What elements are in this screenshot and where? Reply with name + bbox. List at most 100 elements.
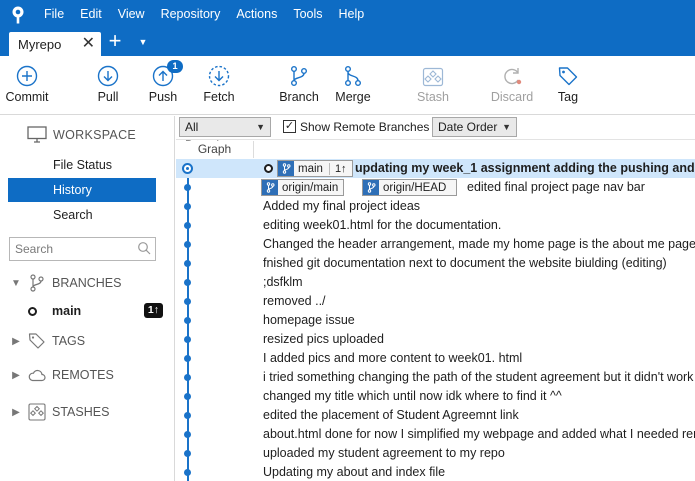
branch-icon — [289, 56, 309, 90]
tab-close-icon[interactable]: ✕ — [82, 34, 95, 54]
commit-row[interactable]: resized pics uploaded — [176, 330, 695, 349]
commit-message: I added pics and more content to week01.… — [263, 351, 523, 365]
commit-row[interactable]: fnished git documentation next to docume… — [176, 254, 695, 273]
commit-row[interactable]: Added my final project ideas — [176, 197, 695, 216]
graph-column-header[interactable]: Graph — [176, 141, 254, 158]
commit-node — [184, 317, 191, 324]
commit-row[interactable]: Changed the header arrangement, made my … — [176, 235, 695, 254]
commit-message: edited the placement of Student Agreemnt… — [263, 408, 519, 422]
merge-button[interactable]: Merge — [335, 56, 371, 115]
branch-icon — [363, 180, 379, 195]
branch-filter-dropdown[interactable]: All Branches ▼ — [179, 117, 271, 152]
branch-icon — [262, 180, 278, 195]
chevron-down-icon: ▼ — [11, 277, 21, 289]
commit-row[interactable]: homepage issue — [176, 311, 695, 330]
history-filter-bar: All Branches ▼ ✓ Show Remote Branches Da… — [176, 116, 695, 152]
search-icon — [137, 241, 151, 258]
commit-node — [184, 184, 191, 191]
menu-file[interactable]: File — [36, 0, 72, 29]
commit-row[interactable]: Updating my about and index file — [176, 463, 695, 481]
menu-tools[interactable]: Tools — [285, 0, 330, 29]
commit-message: uploaded my student agreement to my repo — [263, 446, 505, 460]
sort-order-dropdown[interactable]: Date Order ▼ — [432, 117, 517, 137]
tab-list-dropdown[interactable]: ▼ — [136, 31, 150, 53]
stash-icon — [28, 403, 46, 421]
tag-button[interactable]: Tag — [556, 56, 580, 115]
fetch-button[interactable]: Fetch — [202, 56, 236, 115]
stash-button[interactable]: Stash — [417, 56, 449, 115]
menu-edit[interactable]: Edit — [72, 0, 110, 29]
sidebar-search-input[interactable]: Search — [9, 237, 156, 261]
sidebar: WORKSPACE File Status History Search Sea… — [0, 116, 175, 481]
show-remote-branches-checkbox[interactable]: ✓ — [283, 120, 296, 133]
commit-row[interactable]: i tried something changing the path of t… — [176, 368, 695, 387]
commit-node — [184, 222, 191, 229]
tab-label: Myrepo — [18, 36, 62, 52]
commit-message: i tried something changing the path of t… — [263, 370, 694, 384]
commit-node — [184, 469, 191, 476]
discard-button[interactable]: Discard — [491, 56, 533, 115]
new-tab-button[interactable]: + — [104, 30, 126, 53]
commit-message: fnished git documentation next to docume… — [263, 256, 667, 270]
commit-node — [182, 163, 193, 174]
commit-row[interactable]: main 1↑ updating my week_1 assignment ad… — [176, 159, 695, 178]
fetch-icon — [208, 56, 230, 90]
commit-node — [184, 450, 191, 457]
branch-button[interactable]: Branch — [279, 56, 319, 115]
push-icon: 1 — [152, 56, 183, 90]
commit-node — [184, 279, 191, 286]
commit-message: changed my title which until now idk whe… — [263, 389, 562, 403]
section-stashes[interactable]: ▶ STASHES — [10, 403, 109, 421]
remote-label-origin-head[interactable]: origin/HEAD — [362, 179, 457, 196]
commit-message: Updating my about and index file — [263, 465, 446, 479]
sidebar-item-file-status[interactable]: File Status — [8, 153, 156, 177]
commit-node — [184, 241, 191, 248]
section-branches[interactable]: ▼ BRANCHES — [10, 273, 121, 293]
commit-row[interactable]: about.html done for now I simplified my … — [176, 425, 695, 444]
branch-label-main[interactable]: main 1↑ — [277, 160, 353, 177]
commit-node — [184, 393, 191, 400]
commit-message: removed ../ — [263, 294, 326, 308]
section-tags[interactable]: ▶ TAGS — [10, 332, 85, 350]
stash-icon — [422, 56, 444, 90]
ahead-count-badge: 1↑ — [143, 303, 163, 318]
commit-node — [184, 260, 191, 267]
current-branch-icon — [28, 306, 37, 316]
chevron-down-icon: ▼ — [502, 122, 511, 132]
sidebar-item-search[interactable]: Search — [8, 203, 156, 227]
workspace-header: WORKSPACE — [27, 126, 136, 143]
commit-node — [184, 203, 191, 210]
push-button[interactable]: 1 Push — [147, 56, 183, 115]
menu-actions[interactable]: Actions — [228, 0, 285, 29]
commit-row[interactable]: changed my title which until now idk whe… — [176, 387, 695, 406]
sidebar-item-history[interactable]: History — [8, 178, 156, 202]
chevron-right-icon: ▶ — [12, 335, 20, 347]
commit-row[interactable]: I added pics and more content to week01.… — [176, 349, 695, 368]
chevron-down-icon: ▼ — [256, 122, 265, 132]
branch-icon — [278, 161, 294, 176]
menu-bar: File Edit View Repository Actions Tools … — [0, 0, 695, 29]
pull-button[interactable]: Pull — [92, 56, 124, 115]
commit-row[interactable]: edited the placement of Student Agreemnt… — [176, 406, 695, 425]
tab-myrepo[interactable]: Myrepo ✕ — [9, 32, 101, 56]
commit-list: main 1↑ updating my week_1 assignment ad… — [176, 159, 695, 481]
search-placeholder: Search — [15, 242, 54, 256]
menu-view[interactable]: View — [110, 0, 153, 29]
remote-label-origin-main[interactable]: origin/main — [261, 179, 345, 196]
commit-row[interactable]: removed ../ — [176, 292, 695, 311]
commit-row[interactable]: editing week01.html for the documentatio… — [176, 216, 695, 235]
commit-row[interactable]: uploaded my student agreement to my repo — [176, 444, 695, 463]
menu-repository[interactable]: Repository — [153, 0, 229, 29]
sidebar-branch-main[interactable]: main 1↑ — [28, 302, 163, 320]
section-remotes[interactable]: ▶ REMOTES — [10, 368, 114, 382]
commit-button[interactable]: Commit — [4, 56, 50, 115]
menu-help[interactable]: Help — [331, 0, 373, 29]
commit-message: about.html done for now I simplified my … — [263, 427, 695, 441]
commit-row[interactable]: ;dsfklm — [176, 273, 695, 292]
commit-message: Added my final project ideas — [263, 199, 421, 213]
chevron-right-icon: ▶ — [12, 369, 20, 381]
commit-row[interactable]: origin/main origin/HEAD edited final pro… — [176, 178, 695, 197]
discard-icon — [501, 56, 523, 90]
tag-icon — [557, 56, 579, 90]
commit-node — [184, 336, 191, 343]
